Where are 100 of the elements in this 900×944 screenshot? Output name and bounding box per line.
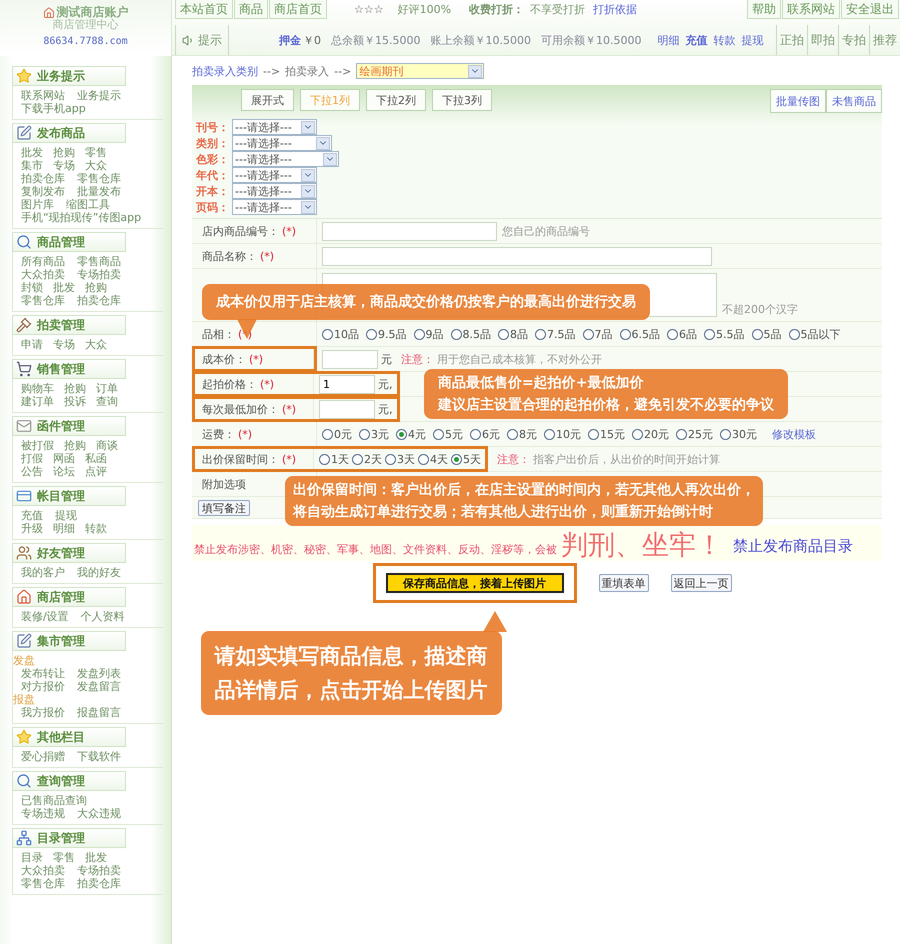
sidebar-link[interactable]: 批发 bbox=[53, 281, 75, 294]
select-field[interactable]: ---请选择--- bbox=[232, 167, 317, 183]
radio-option[interactable]: 0元 bbox=[322, 426, 352, 442]
sidebar-link[interactable]: 零售 bbox=[53, 851, 75, 864]
sidebar-link[interactable]: 拍卖仓库 bbox=[21, 172, 65, 185]
radio-option[interactable]: 7品 bbox=[582, 326, 612, 342]
radio-option[interactable]: 8元 bbox=[507, 426, 537, 442]
add-note-button[interactable]: 填写备注 bbox=[198, 500, 250, 516]
sidebar-link[interactable]: 零售 bbox=[85, 146, 107, 159]
sidebar-section-header[interactable]: 其他栏目 bbox=[12, 727, 126, 747]
radio-option[interactable]: 9品 bbox=[414, 326, 444, 342]
radio-option[interactable]: 8.5品 bbox=[450, 326, 491, 342]
sidebar-link[interactable]: 明细 bbox=[53, 522, 75, 535]
sidebar-link[interactable]: 拍卖仓库 bbox=[77, 294, 121, 307]
nav-button[interactable]: 商店首页 bbox=[269, 0, 327, 19]
sidebar-link[interactable]: 公告 bbox=[21, 465, 43, 478]
sidebar-link[interactable]: 拍卖仓库 bbox=[77, 877, 121, 890]
radio-option[interactable]: 5元 bbox=[433, 426, 463, 442]
sidebar-link[interactable]: 业务提示 bbox=[77, 89, 121, 102]
price-input[interactable] bbox=[319, 400, 375, 418]
sidebar-link[interactable]: 网函 bbox=[53, 452, 75, 465]
sidebar-link[interactable]: 私函 bbox=[85, 452, 107, 465]
sidebar-section-header[interactable]: 帐目管理 bbox=[12, 486, 126, 506]
radio-option[interactable]: 8品 bbox=[498, 326, 528, 342]
sidebar-section-header[interactable]: 查询管理 bbox=[12, 771, 126, 791]
sidebar-link[interactable]: 零售商品 bbox=[77, 255, 121, 268]
radio-option[interactable]: 3元 bbox=[359, 426, 389, 442]
sidebar-link[interactable]: 建订单 bbox=[21, 395, 54, 408]
sidebar-section-header[interactable]: 集市管理 bbox=[12, 631, 126, 651]
view-tab[interactable]: 下拉2列 bbox=[366, 89, 426, 111]
sidebar-link[interactable]: 购物车 bbox=[21, 382, 54, 395]
sidebar-link[interactable]: 大众违规 bbox=[77, 807, 121, 820]
sidebar-link[interactable]: 转款 bbox=[85, 522, 107, 535]
radio-option[interactable]: 10元 bbox=[544, 426, 581, 442]
auction-tab[interactable]: 正拍 bbox=[776, 25, 807, 55]
account-link[interactable]: 转款 bbox=[714, 32, 736, 48]
view-tab[interactable]: 展开式 bbox=[241, 89, 294, 111]
sidebar-link[interactable]: 批发 bbox=[85, 851, 107, 864]
radio-option[interactable]: 2天 bbox=[352, 452, 382, 466]
radio-option[interactable]: 5品 bbox=[752, 326, 782, 342]
form-button[interactable]: 重填表单 bbox=[598, 574, 648, 592]
sidebar-link[interactable]: 升级 bbox=[21, 522, 43, 535]
sidebar-section-header[interactable]: 拍卖管理 bbox=[12, 315, 126, 335]
header-button[interactable]: 帮助 bbox=[747, 0, 781, 19]
discount-link[interactable]: 打折依据 bbox=[593, 2, 638, 17]
sidebar-link[interactable]: 申请 bbox=[21, 338, 43, 351]
auction-tab[interactable]: 即拍 bbox=[807, 25, 838, 55]
radio-option[interactable]: 7.5品 bbox=[535, 326, 576, 342]
sidebar-link[interactable]: 专场拍卖 bbox=[77, 864, 121, 877]
sidebar-link[interactable]: 打假 bbox=[21, 452, 43, 465]
sidebar-link[interactable]: 充值 bbox=[21, 509, 43, 522]
radio-option[interactable]: 15元 bbox=[588, 426, 625, 442]
tip-button[interactable]: 提示 bbox=[175, 25, 229, 55]
radio-option[interactable]: 9.5品 bbox=[366, 326, 406, 342]
sidebar-link[interactable]: 大众 bbox=[85, 159, 107, 172]
select-field[interactable]: ---请选择--- bbox=[232, 151, 339, 167]
sidebar-link[interactable]: 集市 bbox=[21, 159, 43, 172]
radio-option[interactable]: 1天 bbox=[319, 452, 349, 466]
sidebar-section-header[interactable]: 商品管理 bbox=[12, 232, 126, 252]
sidebar-link[interactable]: 点评 bbox=[85, 465, 107, 478]
save-button[interactable]: 保存商品信息，接着上传图片 bbox=[386, 573, 564, 593]
sidebar-link[interactable]: 爱心捐赠 bbox=[21, 750, 65, 763]
sidebar-link[interactable]: 报盘留言 bbox=[77, 706, 121, 719]
radio-option[interactable]: 5.5品 bbox=[704, 326, 744, 342]
radio-option[interactable]: 6.5品 bbox=[620, 326, 660, 342]
view-tab[interactable]: 下拉1列 bbox=[300, 89, 360, 111]
sidebar-section-header[interactable]: 函件管理 bbox=[12, 416, 126, 436]
nav-button[interactable]: 本站首页 bbox=[175, 0, 233, 19]
radio-option[interactable]: 6品 bbox=[667, 326, 697, 342]
radio-option[interactable]: 6元 bbox=[470, 426, 500, 442]
select-field[interactable]: 绘画期刊 bbox=[356, 63, 484, 79]
select-field[interactable]: ---请选择--- bbox=[232, 199, 317, 215]
sidebar-link[interactable]: 商谈 bbox=[96, 439, 118, 452]
select-field[interactable]: ---请选择--- bbox=[232, 183, 317, 199]
nav-button[interactable]: 商品 bbox=[234, 0, 268, 19]
radio-option[interactable]: 5品以下 bbox=[788, 326, 840, 342]
sidebar-link[interactable]: 我的客户 bbox=[21, 566, 65, 579]
sidebar-link[interactable]: 专场拍卖 bbox=[77, 268, 121, 281]
account-link[interactable]: 提现 bbox=[742, 32, 764, 48]
radio-option[interactable]: 30元 bbox=[720, 426, 757, 442]
sidebar-section-header[interactable]: 目录管理 bbox=[12, 828, 126, 848]
sidebar-link[interactable]: 零售仓库 bbox=[77, 172, 121, 185]
sidebar-link[interactable]: 所有商品 bbox=[21, 255, 65, 268]
sidebar-section-header[interactable]: 业务提示 bbox=[12, 66, 126, 86]
sidebar-link[interactable]: 大众拍卖 bbox=[21, 864, 65, 877]
header-button[interactable]: 安全退出 bbox=[841, 0, 899, 19]
prohibited-list-link[interactable]: 禁止发布商品目录 bbox=[733, 537, 853, 561]
auction-tab[interactable]: 专拍 bbox=[838, 25, 869, 55]
edit-template-link[interactable]: 修改模板 bbox=[772, 426, 816, 442]
sidebar-link[interactable]: 封锁 bbox=[21, 281, 43, 294]
radio-option[interactable]: 10品 bbox=[322, 326, 359, 342]
toolbar-button[interactable]: 未售商品 bbox=[826, 89, 882, 113]
radio-option[interactable]: 4元 bbox=[396, 426, 426, 442]
sidebar-link[interactable]: 图片库 bbox=[21, 198, 54, 211]
sidebar-link[interactable]: 下载软件 bbox=[77, 750, 121, 763]
sidebar-link[interactable]: 抢购 bbox=[53, 146, 75, 159]
radio-option[interactable]: 3天 bbox=[385, 452, 415, 466]
radio-option[interactable]: 25元 bbox=[676, 426, 713, 442]
sidebar-link[interactable]: 复制发布 bbox=[21, 185, 65, 198]
select-field[interactable]: ---请选择--- bbox=[232, 135, 332, 151]
